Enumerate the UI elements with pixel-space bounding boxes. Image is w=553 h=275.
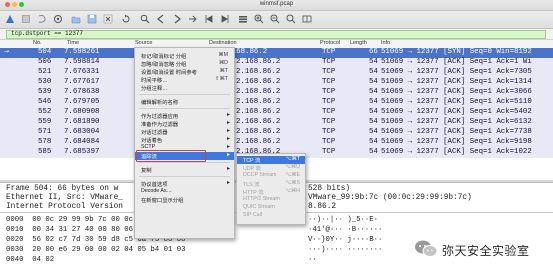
submenu-item-http-stream[interactable]: HTTP 流 ⌥⌘H xyxy=(237,188,305,196)
hex-row[interactable]: 0040 04 02 xyxy=(6,256,54,264)
column-header-no[interactable]: No. xyxy=(33,40,42,46)
submenu-arrow-icon: ▸ xyxy=(226,180,230,186)
go-to-packet-icon[interactable] xyxy=(188,14,198,24)
submenu-item-tls-stream[interactable]: TLS 流 ⌥⌘S xyxy=(237,180,305,188)
menu-item-ignore-packet[interactable]: 忽略/取消忽略 分组 ⌘D xyxy=(135,60,234,68)
stop-capture-icon[interactable] xyxy=(21,14,31,24)
menu-item-edit-resolved-name[interactable]: 编辑解析的名称 xyxy=(135,98,234,106)
row-marker-icon: → xyxy=(4,48,10,55)
details-row-ip[interactable]: Internet Protocol Version xyxy=(6,203,123,211)
wechat-logo-icon xyxy=(415,240,438,257)
menu-item-copy[interactable]: 复制 ▸ xyxy=(135,166,234,174)
hex-row[interactable]: 0030 20 00 e6 29 00 00 02 04 05 b4 01 03 xyxy=(6,246,186,254)
annotation-highlight-box xyxy=(136,150,206,162)
submenu-arrow-icon: ▸ xyxy=(226,152,230,158)
table-row[interactable]: 559 7.681890 2.168.86.2 TCP 54 51069 → 1237… xyxy=(0,118,553,128)
menu-item-time-shift[interactable]: 时间平移… ⇧⌘T xyxy=(135,76,234,84)
column-header-source[interactable]: Source xyxy=(135,40,152,46)
table-row[interactable]: 571 7.683004 2.168.86.2 TCP 54 51069 → 1237… xyxy=(0,128,553,138)
shark-fin-start-icon[interactable] xyxy=(5,14,15,24)
context-menu: 标记/取消标记 分组 ⌘M 忽略/取消忽略 分组 ⌘D 设置/取消设置 时间参考 ⌘T… xyxy=(134,47,235,239)
column-header-time[interactable]: Time xyxy=(67,40,79,46)
close-file-icon[interactable] xyxy=(103,14,113,24)
submenu-arrow-icon: ▸ xyxy=(226,128,230,134)
window-title: winmsf.pcap xyxy=(259,1,294,7)
table-row[interactable]: 552 7.680908 2.168.86.2 TCP 54 51069 → 1237… xyxy=(0,108,553,118)
menu-item-decode-as[interactable]: Decode As… xyxy=(135,188,234,196)
table-row[interactable]: → 504 7.598261 192.168.86.2 192.168.86.2… xyxy=(0,48,553,58)
window-titlebar: winmsf.pcap xyxy=(0,0,553,11)
details-row-frame[interactable]: Frame 504: 66 bytes on w xyxy=(6,185,118,193)
save-file-icon[interactable] xyxy=(87,14,97,24)
display-filter-input[interactable]: tcp.dstport == 12377 xyxy=(6,30,546,39)
menu-separator xyxy=(139,108,230,109)
zoom-in-icon[interactable] xyxy=(254,14,264,24)
follow-stream-submenu: TCP 流 ⌥⌘T UDP 流 ⌥⌘U DCCP Stream ⌥⌘E TLS 流 ⌥⌘… xyxy=(236,153,306,225)
display-filter-bar: tcp.dstport == 12377 xyxy=(0,29,553,40)
submenu-item-http2-stream[interactable]: HTTP/2 Stream xyxy=(237,196,305,204)
details-row-ethernet-tail: VMware_99:9b:7c (00:0c:29:99:9b:7c) xyxy=(308,194,472,202)
table-row[interactable]: 521 7.676331 2.168.86.2 TCP 54 51069 → 1237… xyxy=(0,68,553,78)
normal-size-icon[interactable] xyxy=(286,14,296,24)
submenu-item-udp-stream[interactable]: UDP 流 ⌥⌘U xyxy=(237,164,305,172)
last-packet-icon[interactable] xyxy=(220,14,230,24)
details-row-ip-tail: 8.86.2 xyxy=(308,203,337,211)
table-row[interactable]: 546 7.679705 2.168.86.2 TCP 54 51069 → 1237… xyxy=(0,98,553,108)
reload-file-icon[interactable] xyxy=(121,14,131,24)
submenu-item-sip-call[interactable]: SIP Call xyxy=(237,212,305,220)
restart-capture-icon[interactable] xyxy=(37,14,47,24)
menu-separator xyxy=(139,176,230,177)
ascii-row: ·41'@··· ·B······ xyxy=(308,226,383,234)
details-row-ethernet[interactable]: Ethernet II, Src: VMware_ xyxy=(6,194,123,202)
first-packet-icon[interactable] xyxy=(204,14,214,24)
capture-options-icon[interactable] xyxy=(53,14,63,24)
column-header-info[interactable]: Info xyxy=(381,40,390,46)
menu-item-protocol-preferences[interactable]: 协议首选项 ▸ xyxy=(135,180,234,188)
resize-columns-icon[interactable] xyxy=(302,14,312,24)
menu-item-show-in-new-window[interactable]: 在新窗口显示分组 xyxy=(135,196,234,204)
submenu-item-quic-stream[interactable]: QUIC Stream xyxy=(237,204,305,212)
ascii-row: ·· xyxy=(308,256,317,264)
column-header-length[interactable]: Length xyxy=(350,40,367,46)
colorize-icon[interactable] xyxy=(238,14,248,24)
zoom-out-icon[interactable] xyxy=(270,14,280,24)
column-header-destination[interactable]: Destination xyxy=(209,40,237,46)
submenu-arrow-icon: ▸ xyxy=(226,136,230,142)
submenu-item-dccp-stream[interactable]: DCCP Stream ⌥⌘E xyxy=(237,172,305,180)
menu-item-prepare-as-filter[interactable]: 准备作为过滤器 ▸ xyxy=(135,120,234,128)
menu-separator xyxy=(139,162,230,163)
table-row[interactable]: 578 7.684084 2.168.86.2 TCP 54 51069 → 1237… xyxy=(0,138,553,148)
ascii-row: V··}0Y·· j····B·· xyxy=(308,236,383,244)
details-row-frame-tail: 528 bits) xyxy=(308,185,351,193)
watermark-text: 弥天安全实验室 xyxy=(442,244,530,258)
menu-item-colorize-conversation[interactable]: 对话着色 ▸ xyxy=(135,136,234,144)
table-row[interactable]: 506 7.598814 2.168.86.2 TCP 54 51069 → 1237… xyxy=(0,58,553,68)
submenu-arrow-icon: ▸ xyxy=(226,112,230,118)
submenu-item-tcp-stream[interactable]: TCP 流 ⌥⌘T xyxy=(237,156,305,164)
submenu-arrow-icon: ▸ xyxy=(226,144,230,150)
go-forward-icon[interactable] xyxy=(172,14,182,24)
submenu-arrow-icon: ▸ xyxy=(226,120,230,126)
open-file-icon[interactable] xyxy=(71,14,81,24)
column-header-protocol[interactable]: Protocol xyxy=(320,40,340,46)
table-row[interactable]: 530 7.677617 2.168.86.2 TCP 54 51069 → 1237… xyxy=(0,78,553,88)
menu-item-apply-as-filter[interactable]: 作为过滤器应用 ▸ xyxy=(135,112,234,120)
find-packet-icon[interactable] xyxy=(140,14,150,24)
menu-item-conversation-filter[interactable]: 对话过滤器 ▸ xyxy=(135,128,234,136)
display-filter-text: tcp.dstport == 12377 xyxy=(11,30,84,37)
submenu-arrow-icon: ▸ xyxy=(226,166,230,172)
menu-item-mark-packet[interactable]: 标记/取消标记 分组 ⌘M xyxy=(135,52,234,60)
menu-separator xyxy=(139,94,230,95)
go-back-icon[interactable] xyxy=(156,14,166,24)
main-toolbar xyxy=(0,11,553,29)
menu-item-time-reference[interactable]: 设置/取消设置 时间参考 ⌘T xyxy=(135,68,234,76)
ascii-row: ···)···· ········ xyxy=(308,246,383,254)
ascii-row: ··)··|·· )_5··E· xyxy=(308,216,379,224)
watermark: 弥天安全实验室 xyxy=(412,236,552,266)
table-row[interactable]: 539 7.678638 2.168.86.2 TCP 54 51069 → 1237… xyxy=(0,88,553,98)
menu-item-packet-comment[interactable]: 分组注释… xyxy=(135,84,234,92)
